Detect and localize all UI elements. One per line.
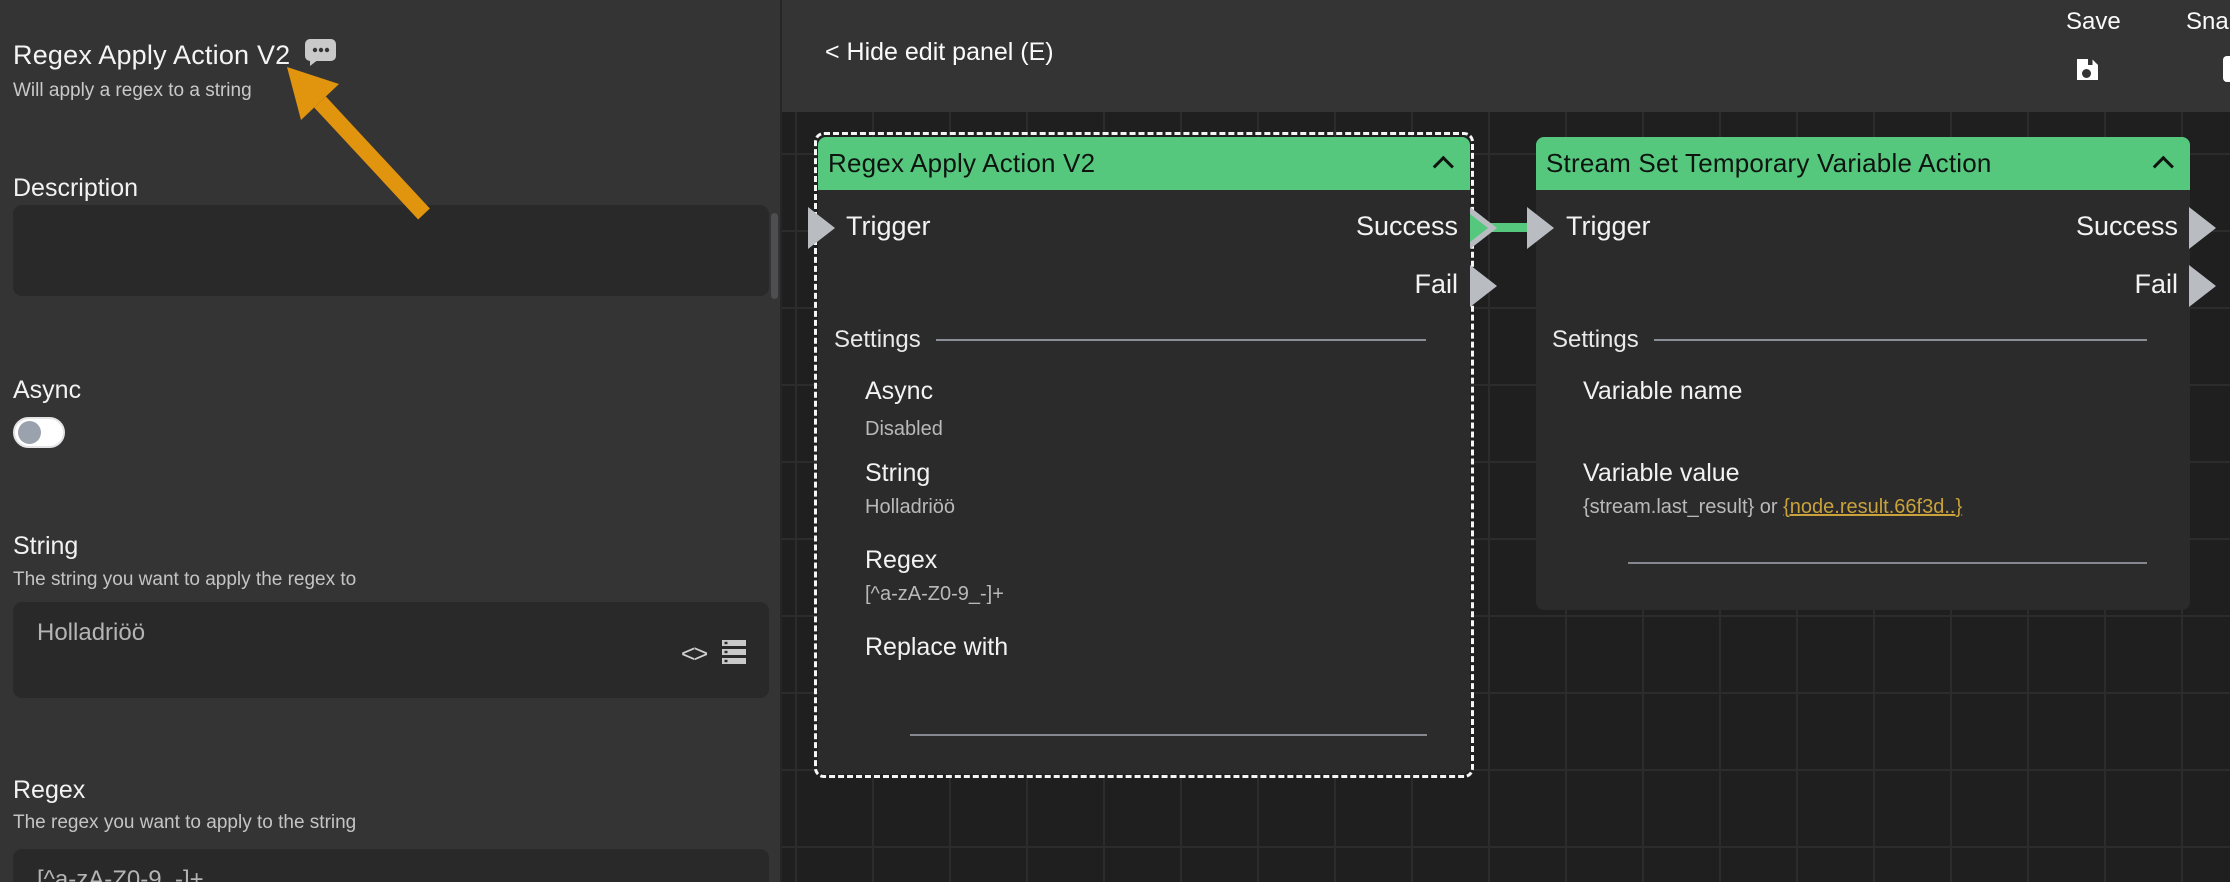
save-icon[interactable] <box>2074 56 2101 88</box>
async-label: Async <box>13 376 81 405</box>
comment-bubble-icon[interactable] <box>304 38 338 72</box>
node1-row-regex-value: [^a-zA-Z0-9_-]+ <box>865 583 1004 606</box>
node1-row-async-value: Disabled <box>865 418 943 441</box>
async-toggle-knob <box>18 421 41 444</box>
node1-success-label: Success <box>1356 211 1458 242</box>
list-icon[interactable] <box>720 638 748 671</box>
description-label: Description <box>13 174 138 203</box>
node1-trigger-label: Trigger <box>846 211 931 242</box>
annotation-arrow-icon <box>0 0 782 882</box>
panel-subtitle: Will apply a regex to a string <box>13 80 252 102</box>
varvalue-plain: {stream.last_result} or <box>1583 496 1783 518</box>
node1-title: Regex Apply Action V2 <box>828 148 1095 179</box>
node1-row-regex-label: Regex <box>865 546 937 575</box>
panel-scrollbar[interactable] <box>771 213 778 299</box>
snap-label: Snap <box>2186 8 2230 36</box>
code-editor-icon[interactable]: <> <box>681 640 706 669</box>
hide-edit-panel-button[interactable]: < Hide edit panel (E) <box>825 38 1054 67</box>
description-input[interactable] <box>13 205 769 296</box>
node-regex-apply-action[interactable]: Regex Apply Action V2 Trigger Success Fa… <box>818 137 1470 774</box>
node1-bottom-rule <box>910 734 1427 736</box>
node2-settings-label: Settings <box>1552 326 1639 354</box>
node2-row-varname-label: Variable name <box>1583 377 1742 406</box>
panel-title-row: Regex Apply Action V2 <box>13 38 338 72</box>
node2-settings-rule <box>1654 339 2147 341</box>
async-toggle[interactable] <box>13 417 65 448</box>
regex-input[interactable]: [^a-zA-Z0-9_-]+ <box>13 849 769 882</box>
string-help: The string you want to apply the regex t… <box>13 569 356 591</box>
node1-header[interactable]: Regex Apply Action V2 <box>818 137 1470 190</box>
node2-title: Stream Set Temporary Variable Action <box>1546 148 1992 179</box>
node1-row-string-value: Holladriöö <box>865 496 955 519</box>
node2-row-varvalue-value: {stream.last_result} or {node.result.66f… <box>1583 496 1962 519</box>
node1-settings-label: Settings <box>834 326 921 354</box>
toolbar: < Hide edit panel (E) Save Snap <box>782 0 2230 112</box>
chevron-up-icon[interactable] <box>2153 156 2174 177</box>
chevron-up-icon[interactable] <box>1433 156 1454 177</box>
string-label: String <box>13 532 78 561</box>
string-input-value[interactable]: Holladriöö <box>37 619 145 647</box>
node2-success-label: Success <box>2076 211 2178 242</box>
node1-fail-label: Fail <box>1414 269 1458 300</box>
save-label: Save <box>2066 8 2121 36</box>
node2-bottom-rule <box>1628 562 2147 564</box>
snap-icon[interactable] <box>2223 56 2230 82</box>
node2-trigger-label: Trigger <box>1566 211 1651 242</box>
node2-header[interactable]: Stream Set Temporary Variable Action <box>1536 137 2190 190</box>
regex-help: The regex you want to apply to the strin… <box>13 812 356 834</box>
app-window: Regex Apply Action V2 Will apply a regex… <box>0 0 2230 882</box>
node-stream-set-temp-variable[interactable]: Stream Set Temporary Variable Action Tri… <box>1536 137 2190 610</box>
node1-row-async-label: Async <box>865 377 933 406</box>
node1-row-string-label: String <box>865 459 930 488</box>
panel-title: Regex Apply Action V2 <box>13 40 290 71</box>
node1-settings-rule <box>936 339 1426 341</box>
edit-panel: Regex Apply Action V2 Will apply a regex… <box>0 0 782 882</box>
regex-label: Regex <box>13 776 85 805</box>
varvalue-node-result-link[interactable]: {node.result.66f3d..} <box>1783 496 1962 518</box>
regex-input-value[interactable]: [^a-zA-Z0-9_-]+ <box>37 866 204 882</box>
node2-row-varvalue-label: Variable value <box>1583 459 1740 488</box>
node1-row-replace-label: Replace with <box>865 633 1008 662</box>
node2-fail-label: Fail <box>2134 269 2178 300</box>
string-input[interactable]: Holladriöö <> <box>13 602 769 698</box>
